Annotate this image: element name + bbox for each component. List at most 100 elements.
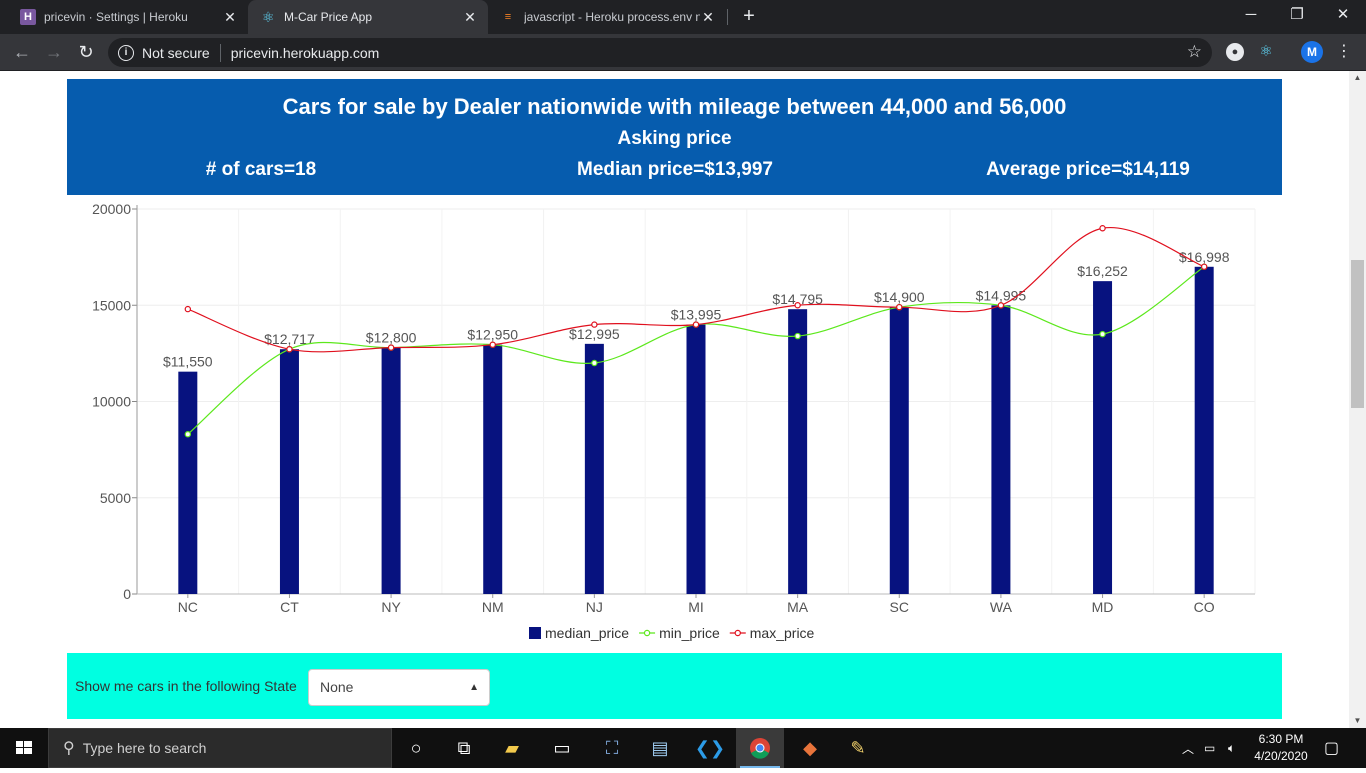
close-tab-icon[interactable]: ✕ [462, 9, 478, 26]
search-placeholder: Type here to search [82, 740, 207, 756]
address-divider [219, 43, 221, 62]
median-price: Median price=$13,997 [577, 159, 773, 180]
max_price-point [489, 341, 496, 348]
bar-co [1194, 266, 1214, 594]
forward-arrow-icon[interactable]: → [42, 40, 66, 64]
max_price-point [1099, 225, 1106, 232]
scroll-up-icon[interactable]: ▲ [1349, 71, 1366, 85]
y-tick-label: 5000 [100, 490, 131, 506]
bar-value-label: $12,950 [467, 327, 518, 343]
search-icon: ⚲ [63, 740, 75, 757]
car-count: # of cars=18 [205, 159, 317, 180]
info-icon[interactable]: i [118, 44, 134, 61]
taskbar-clock[interactable]: 6:30 PM 4/20/2020 [1248, 731, 1314, 765]
state-filter-bar: Show me cars in the following State None… [67, 653, 1282, 719]
security-label[interactable]: Not secure [142, 45, 210, 61]
file-explorer-icon[interactable]: ▰ [488, 728, 536, 768]
ssms-icon[interactable]: ⛶ [588, 728, 636, 768]
tab-heroku-settings[interactable]: H pricevin · Settings | Heroku ✕ [8, 0, 248, 34]
x-tick-label: CO [1194, 599, 1215, 615]
reload-icon[interactable]: ↻ [74, 40, 98, 64]
paint-icon[interactable]: ✎ [834, 728, 882, 768]
summary-banner: Cars for sale by Dealer nationwide with … [67, 79, 1282, 195]
tab-separator [727, 9, 728, 25]
notifications-icon[interactable]: ▢ [1324, 728, 1339, 768]
cortana-icon[interactable]: ○ [392, 728, 440, 768]
min_price-point [1099, 330, 1106, 338]
browser-tab-strip: H pricevin · Settings | Heroku ✕ ⚛ M-Car… [0, 0, 1366, 34]
restore-button[interactable]: ❐ [1274, 0, 1320, 30]
legend-label-median_price: median_price [545, 625, 629, 641]
bar-wa [991, 305, 1011, 594]
state-select[interactable]: None ▲ [308, 669, 490, 706]
x-tick-label: CT [280, 599, 299, 615]
windows-start-button[interactable] [0, 728, 48, 768]
volume-icon[interactable]: 🔈︎ [1228, 728, 1235, 768]
url-text[interactable]: pricevin.herokuapp.com [231, 45, 380, 61]
bar-value-label: $12,995 [569, 326, 620, 342]
bar-ma [788, 309, 808, 594]
bar-sc [889, 307, 909, 594]
react-icon: ⚛ [261, 8, 275, 25]
scroll-thumb[interactable] [1351, 260, 1364, 408]
tab-m-car-price-app[interactable]: ⚛ M-Car Price App ✕ [248, 0, 488, 34]
x-tick-label: MD [1092, 599, 1114, 615]
legend-marker-max_price [734, 629, 741, 637]
scroll-down-icon[interactable]: ▼ [1349, 714, 1366, 728]
bar-mi [686, 324, 706, 594]
bar-value-label: $12,800 [366, 330, 417, 346]
x-tick-label: NC [178, 599, 198, 615]
close-window-button[interactable]: ✕ [1320, 0, 1366, 30]
x-tick-label: MA [787, 599, 809, 615]
x-tick-label: WA [990, 599, 1013, 615]
legend-swatch-median_price [529, 627, 541, 639]
git-icon[interactable]: ◆ [786, 728, 834, 768]
close-tab-icon[interactable]: ✕ [700, 9, 716, 26]
task-view-icon[interactable]: ⧉ [440, 728, 488, 768]
bookmark-star-icon[interactable]: ☆ [1187, 42, 1202, 62]
x-tick-label: NJ [586, 599, 603, 615]
x-tick-label: NM [482, 599, 504, 615]
close-tab-icon[interactable]: ✕ [222, 9, 238, 26]
control-panel-icon[interactable]: ▤ [636, 728, 684, 768]
page-scrollbar[interactable]: ▲ ▼ [1349, 71, 1366, 728]
max_price-point [896, 303, 903, 311]
bar-ct [279, 349, 299, 594]
bar-value-label: $16,252 [1077, 263, 1128, 279]
y-tick-label: 15000 [92, 297, 131, 313]
browser-toolbar: ← → ↻ i Not secure pricevin.herokuapp.co… [0, 34, 1366, 71]
y-tick-label: 0 [123, 586, 131, 602]
min_price-point [794, 332, 801, 340]
back-arrow-icon[interactable]: ← [10, 40, 34, 64]
chrome-icon[interactable] [736, 728, 784, 768]
battery-icon[interactable]: ▭ [1204, 728, 1215, 768]
clock-time: 6:30 PM [1258, 732, 1304, 746]
more-menu-icon[interactable]: ⋮ [1336, 41, 1352, 63]
vscode-icon[interactable]: ❮❯ [686, 728, 734, 768]
chrome-logo-icon [750, 738, 770, 759]
bar-value-label: $13,995 [671, 307, 722, 323]
windows-logo-icon [16, 741, 32, 754]
extension-icon[interactable]: ● [1226, 43, 1244, 61]
terminal-icon[interactable]: ▭ [538, 728, 586, 768]
new-tab-button[interactable]: + [738, 5, 760, 27]
x-tick-label: NY [381, 599, 401, 615]
taskbar-search-box[interactable]: ⚲ Type here to search [48, 728, 392, 768]
minimize-button[interactable]: ─ [1228, 0, 1274, 30]
max_price-point [794, 302, 801, 309]
max_price-point [387, 344, 395, 351]
max_price-point [692, 321, 700, 328]
y-tick-label: 10000 [92, 394, 131, 410]
bar-nm [483, 344, 503, 594]
legend-marker-min_price [643, 629, 651, 637]
tab-stackoverflow[interactable]: ≡ javascript - Heroku process.env n ✕ [488, 0, 726, 34]
select-caret-icon: ▲ [469, 682, 479, 693]
max_price-point [286, 345, 293, 353]
windows-taskbar: ⚲ Type here to search ○ ⧉ ▰ ▭ ⛶ ▤ ❮❯ ◆ ✎… [0, 728, 1366, 768]
legend-label-max_price: max_price [750, 625, 815, 641]
profile-avatar[interactable]: M [1301, 41, 1323, 63]
tray-overflow-icon[interactable]: ︿ [1182, 728, 1194, 768]
bar-ny [381, 347, 401, 594]
address-bar[interactable]: i Not secure pricevin.herokuapp.com ☆ [108, 38, 1212, 67]
react-devtools-icon[interactable]: ⚛ [1257, 43, 1275, 61]
